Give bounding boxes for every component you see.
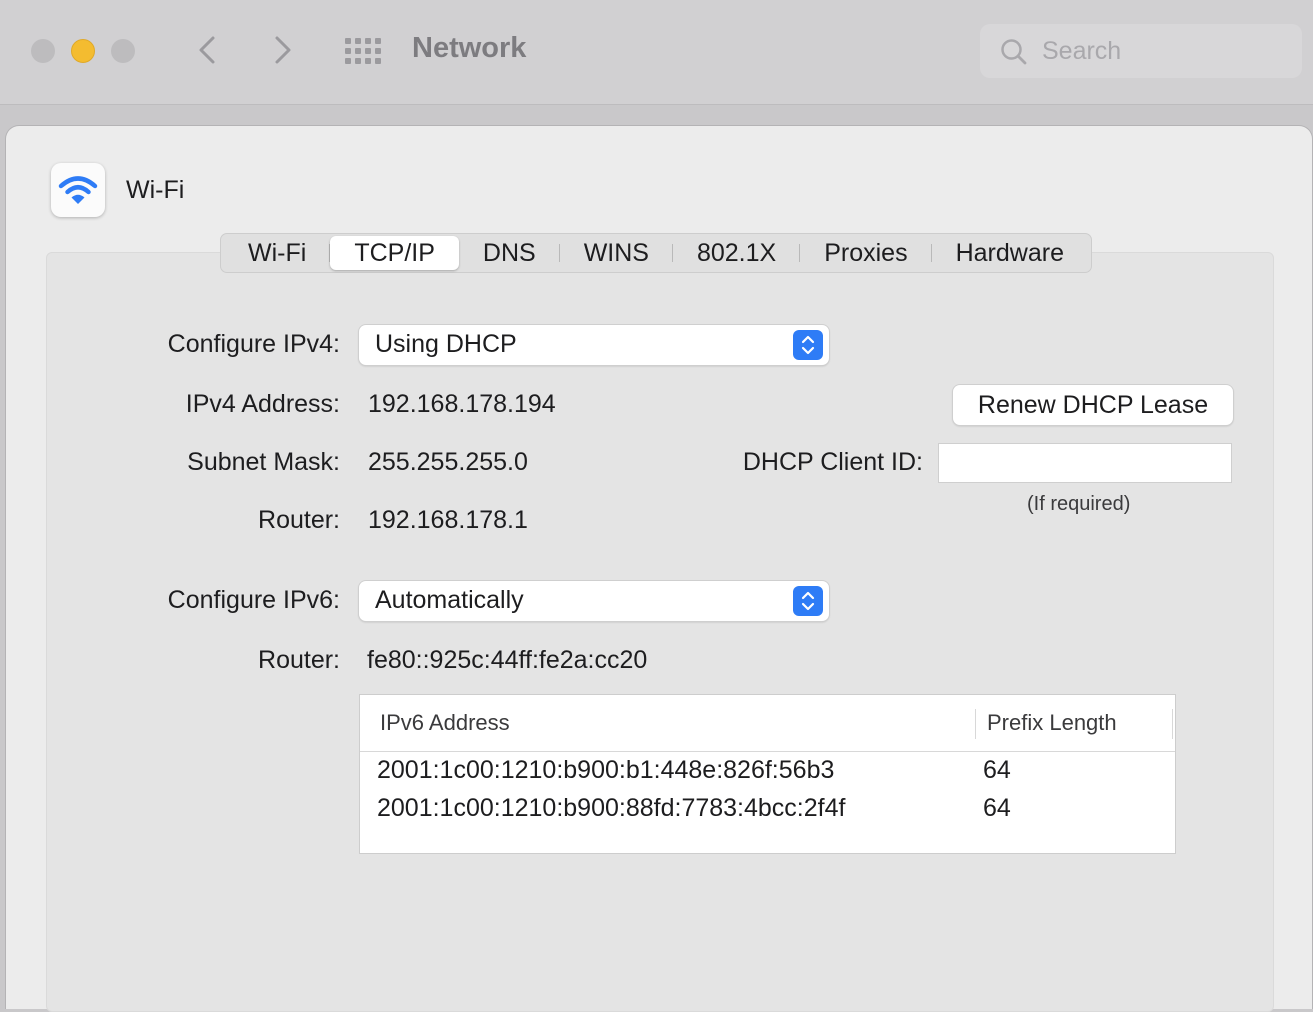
ipv6-address-table[interactable]: IPv6 Address Prefix Length 2001:1c00:121… bbox=[359, 694, 1176, 854]
search-field[interactable]: Search bbox=[980, 24, 1302, 78]
configure-ipv6-label: Configure IPv6: bbox=[167, 586, 340, 614]
popup-stepper bbox=[793, 586, 823, 616]
column-header-prefix-length[interactable]: Prefix Length bbox=[987, 710, 1117, 736]
search-icon bbox=[1001, 39, 1027, 65]
tab-wins[interactable]: WINS bbox=[560, 236, 674, 270]
configure-ipv4-value: Using DHCP bbox=[375, 330, 517, 358]
ipv6-router-label: Router: bbox=[258, 646, 340, 674]
ipv4-router-label: Router: bbox=[258, 506, 340, 534]
ipv4-address-value: 192.168.178.194 bbox=[368, 390, 556, 418]
ipv4-router-value: 192.168.178.1 bbox=[368, 506, 528, 534]
forward-button[interactable] bbox=[262, 30, 302, 70]
window-toolbar: Network Search bbox=[0, 0, 1313, 105]
tab-802-1x[interactable]: 802.1X bbox=[673, 236, 801, 270]
tab-wifi[interactable]: Wi-Fi bbox=[224, 236, 331, 270]
window-title: Network bbox=[412, 32, 527, 64]
chevron-left-icon bbox=[199, 36, 215, 64]
column-header-ipv6-address[interactable]: IPv6 Address bbox=[380, 710, 510, 736]
grid-icon bbox=[345, 38, 381, 64]
tab-hardware[interactable]: Hardware bbox=[932, 236, 1088, 270]
tab-tcp-ip[interactable]: TCP/IP bbox=[330, 236, 459, 270]
subnet-mask-value: 255.255.255.0 bbox=[368, 448, 528, 476]
configure-ipv6-value: Automatically bbox=[375, 586, 524, 614]
minimize-window-button[interactable] bbox=[71, 39, 95, 63]
prefix-length-cell: 64 bbox=[983, 756, 1011, 784]
configure-ipv4-popup[interactable]: Using DHCP bbox=[359, 325, 829, 365]
advanced-settings-sheet: Wi-Fi Configure IPv4: Using DHCP IPv4 Ad… bbox=[5, 125, 1313, 1012]
dhcp-client-id-hint: (If required) bbox=[1027, 493, 1131, 515]
search-placeholder: Search bbox=[1042, 37, 1122, 65]
tab-content-panel: Configure IPv4: Using DHCP IPv4 Address:… bbox=[46, 252, 1274, 1012]
interface-name: Wi-Fi bbox=[126, 176, 185, 204]
ipv6-address-cell: 2001:1c00:1210:b900:b1:448e:826f:56b3 bbox=[377, 756, 835, 784]
wifi-icon bbox=[58, 176, 98, 204]
tab-bar: Wi-Fi TCP/IP DNS WINS 802.1X Proxies Har… bbox=[220, 233, 1092, 273]
table-row[interactable]: 2001:1c00:1210:b900:b1:448e:826f:56b3 64 bbox=[360, 752, 1175, 790]
table-row[interactable]: 2001:1c00:1210:b900:88fd:7783:4bcc:2f4f … bbox=[360, 790, 1175, 828]
interface-icon bbox=[51, 163, 105, 217]
back-button[interactable] bbox=[188, 30, 228, 70]
chevron-updown-icon bbox=[801, 591, 815, 611]
subnet-mask-label: Subnet Mask: bbox=[187, 448, 340, 476]
dhcp-client-id-field[interactable] bbox=[938, 443, 1232, 483]
close-window-button[interactable] bbox=[31, 39, 55, 63]
ipv4-address-label: IPv4 Address: bbox=[185, 390, 340, 418]
prefix-length-cell: 64 bbox=[983, 794, 1011, 822]
popup-stepper bbox=[793, 330, 823, 360]
column-divider bbox=[1172, 709, 1173, 739]
show-all-button[interactable] bbox=[344, 36, 382, 66]
dhcp-client-id-label: DHCP Client ID: bbox=[742, 448, 923, 476]
configure-ipv4-label: Configure IPv4: bbox=[167, 330, 340, 358]
zoom-window-button[interactable] bbox=[111, 39, 135, 63]
chevron-right-icon bbox=[275, 36, 291, 64]
renew-dhcp-lease-button[interactable]: Renew DHCP Lease bbox=[953, 385, 1233, 425]
ipv6-address-cell: 2001:1c00:1210:b900:88fd:7783:4bcc:2f4f bbox=[377, 794, 846, 822]
column-divider bbox=[975, 709, 976, 739]
tab-proxies[interactable]: Proxies bbox=[800, 236, 932, 270]
ipv6-router-value: fe80::925c:44ff:fe2a:cc20 bbox=[367, 646, 648, 674]
chevron-updown-icon bbox=[801, 335, 815, 355]
configure-ipv6-popup[interactable]: Automatically bbox=[359, 581, 829, 621]
tab-dns[interactable]: DNS bbox=[459, 236, 560, 270]
table-header: IPv6 Address Prefix Length bbox=[360, 695, 1175, 752]
